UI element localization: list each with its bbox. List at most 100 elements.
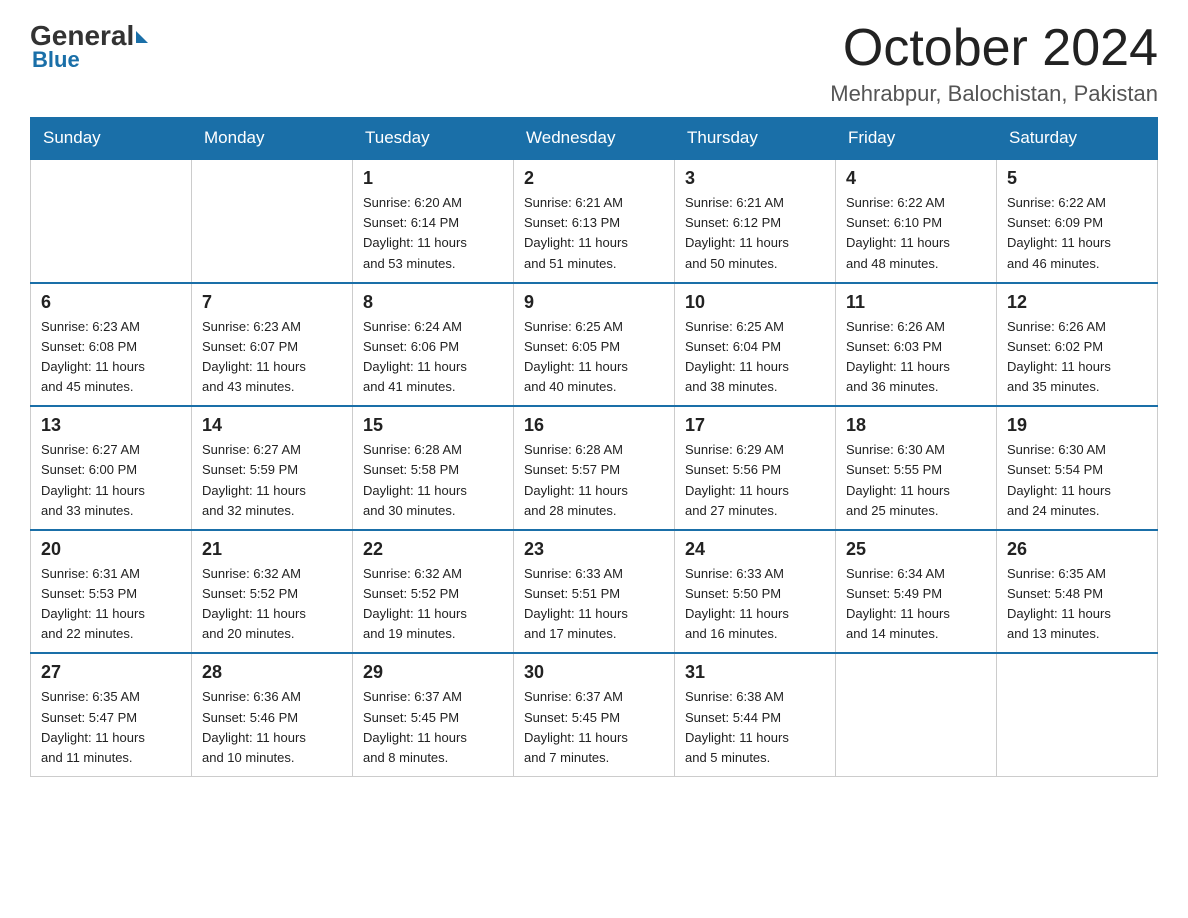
- day-number: 31: [685, 662, 825, 683]
- day-info: Sunrise: 6:32 AMSunset: 5:52 PMDaylight:…: [363, 564, 503, 645]
- day-info: Sunrise: 6:27 AMSunset: 5:59 PMDaylight:…: [202, 440, 342, 521]
- day-info: Sunrise: 6:23 AMSunset: 6:08 PMDaylight:…: [41, 317, 181, 398]
- day-info: Sunrise: 6:25 AMSunset: 6:04 PMDaylight:…: [685, 317, 825, 398]
- day-number: 1: [363, 168, 503, 189]
- day-number: 6: [41, 292, 181, 313]
- calendar-week-row: 6 Sunrise: 6:23 AMSunset: 6:08 PMDaylight…: [31, 283, 1158, 407]
- day-number: 4: [846, 168, 986, 189]
- calendar-cell: 8 Sunrise: 6:24 AMSunset: 6:06 PMDaylight…: [353, 283, 514, 407]
- day-info: Sunrise: 6:20 AMSunset: 6:14 PMDaylight:…: [363, 193, 503, 274]
- calendar-cell: 13Sunrise: 6:27 AMSunset: 6:00 PMDayligh…: [31, 406, 192, 530]
- calendar-cell: 28 Sunrise: 6:36 AMSunset: 5:46 PMDayligh…: [192, 653, 353, 776]
- day-number: 20: [41, 539, 181, 560]
- day-info: Sunrise: 6:37 AMSunset: 5:45 PMDaylight:…: [524, 687, 664, 768]
- weekday-header-saturday: Saturday: [997, 118, 1158, 160]
- logo: General Blue: [30, 20, 148, 73]
- day-info: Sunrise: 6:30 AMSunset: 5:54 PMDaylight:…: [1007, 440, 1147, 521]
- logo-triangle-icon: [136, 31, 148, 43]
- day-number: 11: [846, 292, 986, 313]
- day-info: Sunrise: 6:35 AMSunset: 5:48 PMDaylight:…: [1007, 564, 1147, 645]
- day-info: Sunrise: 6:31 AMSunset: 5:53 PMDaylight:…: [41, 564, 181, 645]
- calendar-cell: [836, 653, 997, 776]
- weekday-header-monday: Monday: [192, 118, 353, 160]
- calendar-week-row: 20 Sunrise: 6:31 AMSunset: 5:53 PMDayligh…: [31, 530, 1158, 654]
- day-number: 2: [524, 168, 664, 189]
- day-info: Sunrise: 6:28 AMSunset: 5:57 PMDaylight:…: [524, 440, 664, 521]
- day-number: 7: [202, 292, 342, 313]
- day-number: 5: [1007, 168, 1147, 189]
- calendar-cell: 9 Sunrise: 6:25 AMSunset: 6:05 PMDaylight…: [514, 283, 675, 407]
- weekday-header-thursday: Thursday: [675, 118, 836, 160]
- calendar-cell: 30Sunrise: 6:37 AMSunset: 5:45 PMDayligh…: [514, 653, 675, 776]
- day-info: Sunrise: 6:34 AMSunset: 5:49 PMDaylight:…: [846, 564, 986, 645]
- day-info: Sunrise: 6:21 AMSunset: 6:12 PMDaylight:…: [685, 193, 825, 274]
- page-header: General Blue October 2024 Mehrabpur, Bal…: [30, 20, 1158, 107]
- day-number: 3: [685, 168, 825, 189]
- day-number: 29: [363, 662, 503, 683]
- calendar-cell: 25 Sunrise: 6:34 AMSunset: 5:49 PMDayligh…: [836, 530, 997, 654]
- weekday-header-sunday: Sunday: [31, 118, 192, 160]
- day-number: 8: [363, 292, 503, 313]
- day-number: 10: [685, 292, 825, 313]
- calendar-cell: [192, 159, 353, 283]
- day-number: 9: [524, 292, 664, 313]
- calendar-header-row: SundayMondayTuesdayWednesdayThursdayFrid…: [31, 118, 1158, 160]
- calendar-cell: 10 Sunrise: 6:25 AMSunset: 6:04 PMDayligh…: [675, 283, 836, 407]
- calendar-cell: 29 Sunrise: 6:37 AMSunset: 5:45 PMDayligh…: [353, 653, 514, 776]
- day-info: Sunrise: 6:22 AMSunset: 6:09 PMDaylight:…: [1007, 193, 1147, 274]
- day-number: 19: [1007, 415, 1147, 436]
- day-number: 21: [202, 539, 342, 560]
- day-info: Sunrise: 6:24 AMSunset: 6:06 PMDaylight:…: [363, 317, 503, 398]
- calendar-cell: 2 Sunrise: 6:21 AMSunset: 6:13 PMDaylight…: [514, 159, 675, 283]
- calendar-cell: [997, 653, 1158, 776]
- calendar-cell: 1 Sunrise: 6:20 AMSunset: 6:14 PMDaylight…: [353, 159, 514, 283]
- day-number: 13: [41, 415, 181, 436]
- day-info: Sunrise: 6:35 AMSunset: 5:47 PMDaylight:…: [41, 687, 181, 768]
- month-title: October 2024: [830, 20, 1158, 77]
- day-number: 17: [685, 415, 825, 436]
- calendar-cell: 22Sunrise: 6:32 AMSunset: 5:52 PMDayligh…: [353, 530, 514, 654]
- calendar-cell: 17Sunrise: 6:29 AMSunset: 5:56 PMDayligh…: [675, 406, 836, 530]
- weekday-header-friday: Friday: [836, 118, 997, 160]
- day-info: Sunrise: 6:25 AMSunset: 6:05 PMDaylight:…: [524, 317, 664, 398]
- calendar-cell: 16 Sunrise: 6:28 AMSunset: 5:57 PMDayligh…: [514, 406, 675, 530]
- title-block: October 2024 Mehrabpur, Balochistan, Pak…: [830, 20, 1158, 107]
- calendar-cell: 11Sunrise: 6:26 AMSunset: 6:03 PMDayligh…: [836, 283, 997, 407]
- day-number: 14: [202, 415, 342, 436]
- calendar-cell: 19 Sunrise: 6:30 AMSunset: 5:54 PMDayligh…: [997, 406, 1158, 530]
- calendar-week-row: 1 Sunrise: 6:20 AMSunset: 6:14 PMDaylight…: [31, 159, 1158, 283]
- weekday-header-tuesday: Tuesday: [353, 118, 514, 160]
- logo-blue-text: Blue: [32, 47, 80, 73]
- day-number: 24: [685, 539, 825, 560]
- calendar-cell: 3 Sunrise: 6:21 AMSunset: 6:12 PMDaylight…: [675, 159, 836, 283]
- calendar-cell: 14 Sunrise: 6:27 AMSunset: 5:59 PMDayligh…: [192, 406, 353, 530]
- day-info: Sunrise: 6:36 AMSunset: 5:46 PMDaylight:…: [202, 687, 342, 768]
- calendar-cell: 21 Sunrise: 6:32 AMSunset: 5:52 PMDayligh…: [192, 530, 353, 654]
- calendar-cell: 18Sunrise: 6:30 AMSunset: 5:55 PMDayligh…: [836, 406, 997, 530]
- day-info: Sunrise: 6:23 AMSunset: 6:07 PMDaylight:…: [202, 317, 342, 398]
- day-info: Sunrise: 6:21 AMSunset: 6:13 PMDaylight:…: [524, 193, 664, 274]
- calendar-cell: 31Sunrise: 6:38 AMSunset: 5:44 PMDayligh…: [675, 653, 836, 776]
- day-number: 28: [202, 662, 342, 683]
- calendar-cell: 24 Sunrise: 6:33 AMSunset: 5:50 PMDayligh…: [675, 530, 836, 654]
- calendar-cell: [31, 159, 192, 283]
- calendar-cell: 5 Sunrise: 6:22 AMSunset: 6:09 PMDaylight…: [997, 159, 1158, 283]
- calendar-cell: 4 Sunrise: 6:22 AMSunset: 6:10 PMDaylight…: [836, 159, 997, 283]
- day-info: Sunrise: 6:32 AMSunset: 5:52 PMDaylight:…: [202, 564, 342, 645]
- location-text: Mehrabpur, Balochistan, Pakistan: [830, 81, 1158, 107]
- day-info: Sunrise: 6:33 AMSunset: 5:50 PMDaylight:…: [685, 564, 825, 645]
- calendar-week-row: 27Sunrise: 6:35 AMSunset: 5:47 PMDayligh…: [31, 653, 1158, 776]
- day-info: Sunrise: 6:37 AMSunset: 5:45 PMDaylight:…: [363, 687, 503, 768]
- calendar-cell: 27Sunrise: 6:35 AMSunset: 5:47 PMDayligh…: [31, 653, 192, 776]
- calendar-cell: 20 Sunrise: 6:31 AMSunset: 5:53 PMDayligh…: [31, 530, 192, 654]
- calendar-cell: 15Sunrise: 6:28 AMSunset: 5:58 PMDayligh…: [353, 406, 514, 530]
- calendar-cell: 26Sunrise: 6:35 AMSunset: 5:48 PMDayligh…: [997, 530, 1158, 654]
- day-info: Sunrise: 6:30 AMSunset: 5:55 PMDaylight:…: [846, 440, 986, 521]
- day-info: Sunrise: 6:28 AMSunset: 5:58 PMDaylight:…: [363, 440, 503, 521]
- day-number: 25: [846, 539, 986, 560]
- day-number: 16: [524, 415, 664, 436]
- calendar-cell: 6 Sunrise: 6:23 AMSunset: 6:08 PMDaylight…: [31, 283, 192, 407]
- day-info: Sunrise: 6:22 AMSunset: 6:10 PMDaylight:…: [846, 193, 986, 274]
- calendar-cell: 7 Sunrise: 6:23 AMSunset: 6:07 PMDaylight…: [192, 283, 353, 407]
- weekday-header-wednesday: Wednesday: [514, 118, 675, 160]
